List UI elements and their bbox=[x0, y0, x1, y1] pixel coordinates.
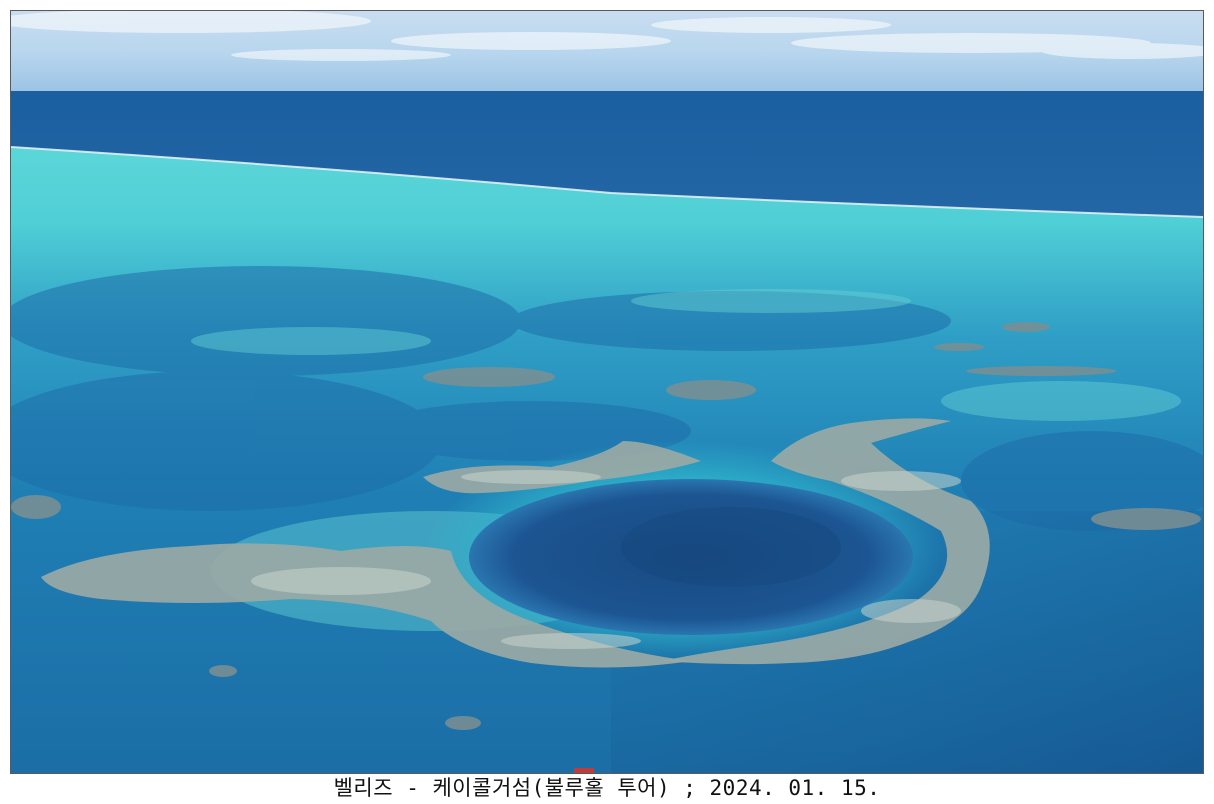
aerial-photo bbox=[11, 11, 1203, 773]
photo-caption: 벨리즈 - 케이콜거섬(불루홀 투어) ; 2024. 01. 15. bbox=[333, 776, 881, 800]
wing-tip bbox=[574, 768, 594, 773]
photo-frame bbox=[10, 10, 1204, 774]
blue-hole-shadow bbox=[621, 507, 841, 587]
